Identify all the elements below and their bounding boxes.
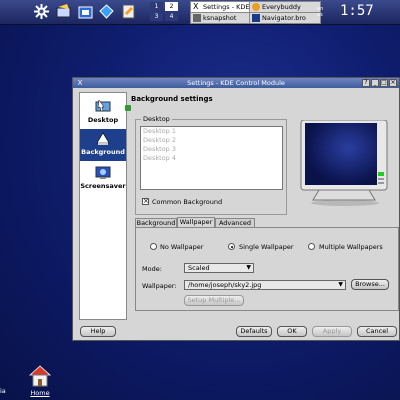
apply-button[interactable]: Apply bbox=[312, 326, 352, 337]
no-wallpaper-label: No Wallpaper bbox=[160, 243, 204, 251]
desktop-pointer-icon bbox=[95, 99, 111, 115]
partial-desktop-label: ia bbox=[0, 387, 6, 395]
kate-editor-icon[interactable] bbox=[120, 3, 137, 20]
screensaver-icon bbox=[95, 165, 111, 181]
mode-select[interactable]: Scaled ▼ bbox=[184, 263, 254, 273]
page-title: Background settings bbox=[131, 95, 213, 103]
camera-icon bbox=[193, 14, 201, 22]
window-menu-icon[interactable]: X bbox=[76, 79, 84, 87]
konqueror-shell-icon[interactable] bbox=[55, 3, 72, 20]
close-button[interactable]: × bbox=[389, 79, 397, 87]
clock[interactable]: 1:57 bbox=[340, 3, 380, 21]
tray-icon[interactable]: enus bbox=[316, 5, 334, 18]
tab-background[interactable]: Background bbox=[135, 218, 177, 227]
wallpaper-label: Wallpaper: bbox=[142, 282, 177, 290]
multiple-wallpapers-radio[interactable] bbox=[308, 243, 315, 250]
sidebar-item-label: Screensaver bbox=[80, 182, 126, 190]
task-label: Everybuddy bbox=[262, 3, 301, 11]
pager-desktop-2[interactable]: 2 bbox=[165, 2, 178, 11]
window-title: Settings - KDE Control Module bbox=[187, 79, 285, 87]
home-folder-icon[interactable] bbox=[77, 3, 94, 20]
pager-desktop-1[interactable]: 1 bbox=[150, 2, 163, 11]
list-item[interactable]: Desktop 3 bbox=[141, 145, 282, 154]
svg-text:us: us bbox=[317, 12, 323, 17]
setup-multiple-button[interactable]: Setup Multiple... bbox=[184, 295, 244, 306]
task-label: ksnapshot bbox=[203, 14, 237, 22]
kde-panel: 1 2 3 4 X Settings - KDE Everybuddy ksna… bbox=[0, 0, 400, 25]
desktop-icon-home[interactable]: Home bbox=[27, 363, 53, 399]
help-titlebar-button[interactable]: ? bbox=[362, 79, 370, 87]
system-tray: en us bbox=[316, 5, 334, 18]
wallpaper-path-select[interactable]: /home/joseph/sky2.jpg ▼ bbox=[184, 280, 346, 290]
cancel-button[interactable]: Cancel bbox=[357, 326, 397, 337]
sidebar-item-desktop[interactable]: Desktop bbox=[80, 97, 126, 129]
help-button[interactable]: Help bbox=[80, 326, 116, 337]
ok-button[interactable]: OK bbox=[277, 326, 307, 337]
task-label: Navigator.bro bbox=[262, 14, 306, 22]
common-background-label: Common Background bbox=[152, 198, 223, 206]
status-dot-icon bbox=[125, 105, 131, 111]
sidebar-item-background[interactable]: Background bbox=[80, 129, 126, 161]
defaults-button[interactable]: Defaults bbox=[236, 326, 272, 337]
kcontrol-icon[interactable] bbox=[98, 3, 115, 20]
list-item[interactable]: Desktop 4 bbox=[141, 154, 282, 163]
single-wallpaper-label: Single Wallpaper bbox=[239, 243, 294, 251]
netscape-icon bbox=[252, 14, 260, 22]
kde-gear-icon[interactable] bbox=[33, 3, 50, 20]
chevron-down-icon: ▼ bbox=[246, 264, 251, 271]
home-icon bbox=[28, 365, 52, 387]
no-wallpaper-radio[interactable] bbox=[150, 243, 157, 250]
common-background-checkbox[interactable]: × bbox=[142, 198, 149, 205]
tab-advanced[interactable]: Advanced bbox=[215, 218, 255, 227]
sidebar-item-label: Desktop bbox=[87, 116, 119, 124]
window-titlebar[interactable]: X Settings - KDE Control Module ? _ □ × bbox=[73, 78, 399, 88]
wallpaper-path-value: /home/joseph/sky2.jpg bbox=[188, 281, 262, 289]
task-navigator[interactable]: Navigator.bro bbox=[249, 12, 321, 24]
single-wallpaper-radio[interactable] bbox=[228, 243, 235, 250]
pager-desktop-4[interactable]: 4 bbox=[165, 12, 178, 21]
background-icon bbox=[95, 131, 111, 147]
list-item[interactable]: Desktop 2 bbox=[141, 136, 282, 145]
maximize-button[interactable]: □ bbox=[380, 79, 388, 87]
multiple-wallpapers-label: Multiple Wallpapers bbox=[319, 243, 383, 251]
kcontrol-window: X Settings - KDE Control Module ? _ □ × … bbox=[72, 77, 400, 341]
desktop-list[interactable]: Desktop 1 Desktop 2 Desktop 3 Desktop 4 bbox=[140, 126, 283, 190]
wallpaper-panel: No Wallpaper Single Wallpaper Multiple W… bbox=[135, 227, 399, 311]
desktop-icon-label: Home bbox=[30, 389, 50, 397]
list-item[interactable]: Desktop 1 bbox=[141, 127, 282, 136]
monitor-preview bbox=[299, 119, 391, 208]
desktop-group: Desktop Desktop 1 Desktop 2 Desktop 3 De… bbox=[135, 115, 287, 215]
pager-desktop-3[interactable]: 3 bbox=[150, 12, 163, 21]
desktop-pager: 1 2 3 4 bbox=[150, 2, 180, 22]
task-label: Settings - KDE bbox=[203, 3, 250, 11]
mode-label: Mode: bbox=[142, 265, 162, 273]
module-sidebar: Desktop Background Screensaver bbox=[79, 92, 127, 320]
butterfly-icon bbox=[252, 3, 260, 11]
group-title: Desktop bbox=[141, 115, 172, 123]
kde-x-icon: X bbox=[193, 2, 199, 11]
browse-button[interactable]: Browse... bbox=[351, 279, 389, 290]
chevron-down-icon: ▼ bbox=[338, 281, 343, 288]
sidebar-item-screensaver[interactable]: Screensaver bbox=[80, 163, 126, 195]
minimize-button[interactable]: _ bbox=[371, 79, 379, 87]
mode-value: Scaled bbox=[188, 264, 210, 272]
sidebar-item-label: Background bbox=[81, 148, 125, 156]
